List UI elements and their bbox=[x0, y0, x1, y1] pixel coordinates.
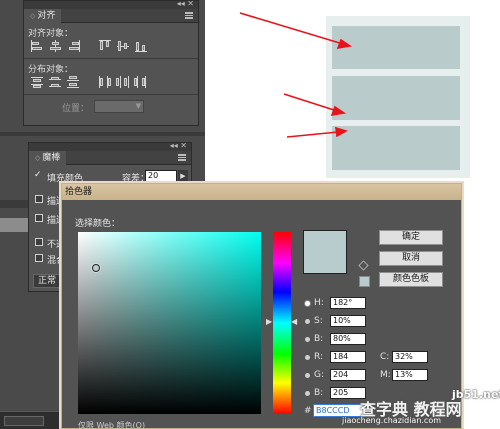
green-label: G: bbox=[314, 370, 325, 380]
watermark-site-sub: jiaocheng.chazidian.com bbox=[342, 416, 442, 425]
arrow-line bbox=[283, 93, 338, 112]
select-color-label: 选择颜色： bbox=[75, 219, 121, 229]
out-of-gamut-cube-icon[interactable] bbox=[358, 260, 369, 271]
saturation-radio[interactable] bbox=[305, 319, 310, 324]
brightness-radio[interactable] bbox=[305, 337, 310, 342]
brightness-input[interactable]: 80% bbox=[330, 333, 366, 345]
color-picker-dialog: 拾色器 选择颜色： ▶ ◀ 确定 取消 颜色色板 H: 182° S: 10% … bbox=[61, 183, 462, 429]
saturation-label: S: bbox=[314, 316, 323, 326]
brightness-label: B: bbox=[314, 334, 324, 344]
cyan-label: C: bbox=[380, 352, 390, 362]
brightness-row: B: 80% bbox=[305, 333, 375, 346]
arrow-head bbox=[330, 105, 347, 117]
arrow-line bbox=[286, 131, 339, 138]
web-colors-only-label[interactable]: 仅限 Web 颜色(O) bbox=[78, 420, 145, 429]
green-radio[interactable] bbox=[305, 373, 310, 378]
hue-slider-left-arrow-icon[interactable]: ▶ bbox=[266, 317, 272, 326]
arrow-head bbox=[335, 126, 349, 138]
hue-label: H: bbox=[314, 298, 324, 308]
cyan-input[interactable]: 32% bbox=[392, 351, 428, 363]
dialog-title: 拾色器 bbox=[62, 184, 461, 200]
hue-slider[interactable] bbox=[273, 232, 291, 414]
web-safe-swatch[interactable] bbox=[359, 276, 370, 287]
saturation-input[interactable]: 10% bbox=[330, 315, 366, 327]
arrow-head bbox=[336, 38, 353, 50]
red-label: R: bbox=[314, 352, 324, 362]
blue-label: B: bbox=[314, 388, 324, 398]
magenta-input[interactable]: 13% bbox=[392, 369, 428, 381]
cyan-row: C: 32% bbox=[380, 351, 450, 364]
magenta-label: M: bbox=[380, 370, 391, 380]
red-row: R: 184 bbox=[305, 351, 375, 364]
blue-radio[interactable] bbox=[305, 391, 310, 396]
arrow-line bbox=[239, 12, 344, 45]
cancel-button[interactable]: 取消 bbox=[379, 251, 443, 266]
green-row: G: 204 bbox=[305, 369, 375, 382]
color-preview bbox=[303, 230, 347, 274]
saturation-brightness-field[interactable] bbox=[78, 232, 261, 414]
magenta-row: M: 13% bbox=[380, 369, 450, 382]
hue-input[interactable]: 182° bbox=[330, 297, 366, 309]
red-radio[interactable] bbox=[305, 355, 310, 360]
color-swatches-button[interactable]: 颜色色板 bbox=[379, 272, 443, 287]
red-input[interactable]: 184 bbox=[330, 351, 366, 363]
hue-radio[interactable] bbox=[305, 301, 310, 306]
saturation-row: S: 10% bbox=[305, 315, 375, 328]
green-input[interactable]: 204 bbox=[330, 369, 366, 381]
hue-slider-right-arrow-icon[interactable]: ◀ bbox=[291, 317, 297, 326]
hex-label: # bbox=[304, 406, 312, 416]
ok-button[interactable]: 确定 bbox=[379, 230, 443, 245]
color-marker[interactable] bbox=[92, 264, 101, 273]
hue-row: H: 182° bbox=[305, 297, 375, 310]
